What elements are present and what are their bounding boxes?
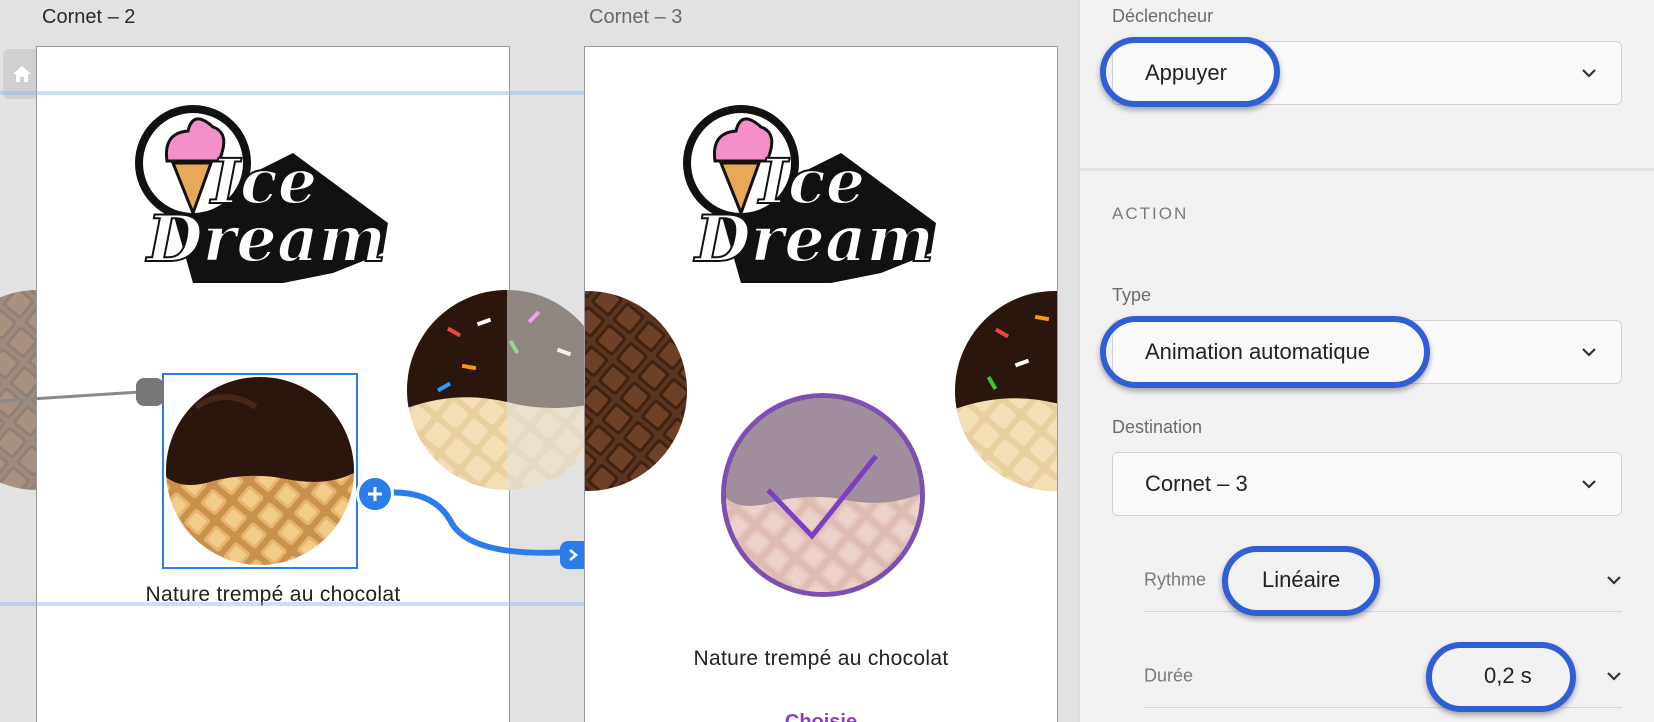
incoming-wire <box>0 378 164 406</box>
trigger-dropdown[interactable]: Appuyer <box>1112 41 1622 105</box>
ice-dream-logo: Ice Dream <box>681 103 951 297</box>
section-divider <box>1080 168 1654 171</box>
design-canvas[interactable]: Cornet – 2 Ice Dream Nature trempé au ch… <box>0 0 1079 722</box>
plus-icon <box>368 487 382 501</box>
type-label: Type <box>1112 285 1152 305</box>
logo-text-dream: Dream <box>145 202 386 277</box>
type-dropdown[interactable]: Animation automatique <box>1112 320 1622 384</box>
destination-dropdown[interactable]: Cornet – 3 <box>1112 452 1622 516</box>
artboard-title[interactable]: Cornet – 3 <box>589 6 682 29</box>
connection-target-arrow[interactable] <box>560 541 586 569</box>
chevron-down-icon <box>1582 69 1596 78</box>
prototype-inspector-panel: Déclencheur Appuyer ACTION Type Animatio… <box>1079 0 1654 722</box>
artboard-cornet-3[interactable]: Ice Dream Nature trempé au chocolat Choi… <box>584 46 1058 722</box>
easing-row[interactable]: Rythme Linéaire <box>1144 548 1622 612</box>
destination-label: Destination <box>1112 417 1203 437</box>
product-caption: Nature trempé au chocolat <box>693 647 949 670</box>
easing-value: Linéaire <box>1262 566 1341 592</box>
chevron-right-icon <box>569 549 578 561</box>
action-section-title: ACTION <box>1112 204 1189 223</box>
add-interaction-button[interactable] <box>356 475 394 513</box>
duration-row[interactable]: Durée 0,2 s <box>1144 644 1622 708</box>
chosen-label: Choisie <box>784 711 858 722</box>
chevron-down-icon <box>1607 671 1621 681</box>
chevron-down-icon <box>1607 575 1621 585</box>
logo-text-dream: Dream <box>693 202 934 277</box>
product-caption: Nature trempé au chocolat <box>145 583 401 606</box>
trigger-label: Déclencheur <box>1112 6 1214 26</box>
trigger-value: Appuyer <box>1145 60 1227 85</box>
duration-value[interactable]: 0,2 s <box>1484 663 1532 689</box>
product-image-sprinkles <box>955 291 1057 491</box>
selected-element[interactable] <box>162 373 358 569</box>
type-value: Animation automatique <box>1145 339 1371 364</box>
easing-label: Rythme <box>1144 569 1207 589</box>
chosen-product-image[interactable] <box>721 393 925 597</box>
product-image-chocolate-dip[interactable] <box>166 377 354 565</box>
chevron-down-icon <box>1582 348 1596 357</box>
chevron-down-icon <box>1582 480 1596 489</box>
ice-dream-logo: Ice Dream <box>133 103 403 297</box>
product-image-waffle-dark <box>585 291 687 491</box>
duration-label: Durée <box>1144 665 1194 685</box>
artboard-title[interactable]: Cornet – 2 <box>42 6 135 29</box>
destination-value: Cornet – 3 <box>1145 471 1248 496</box>
